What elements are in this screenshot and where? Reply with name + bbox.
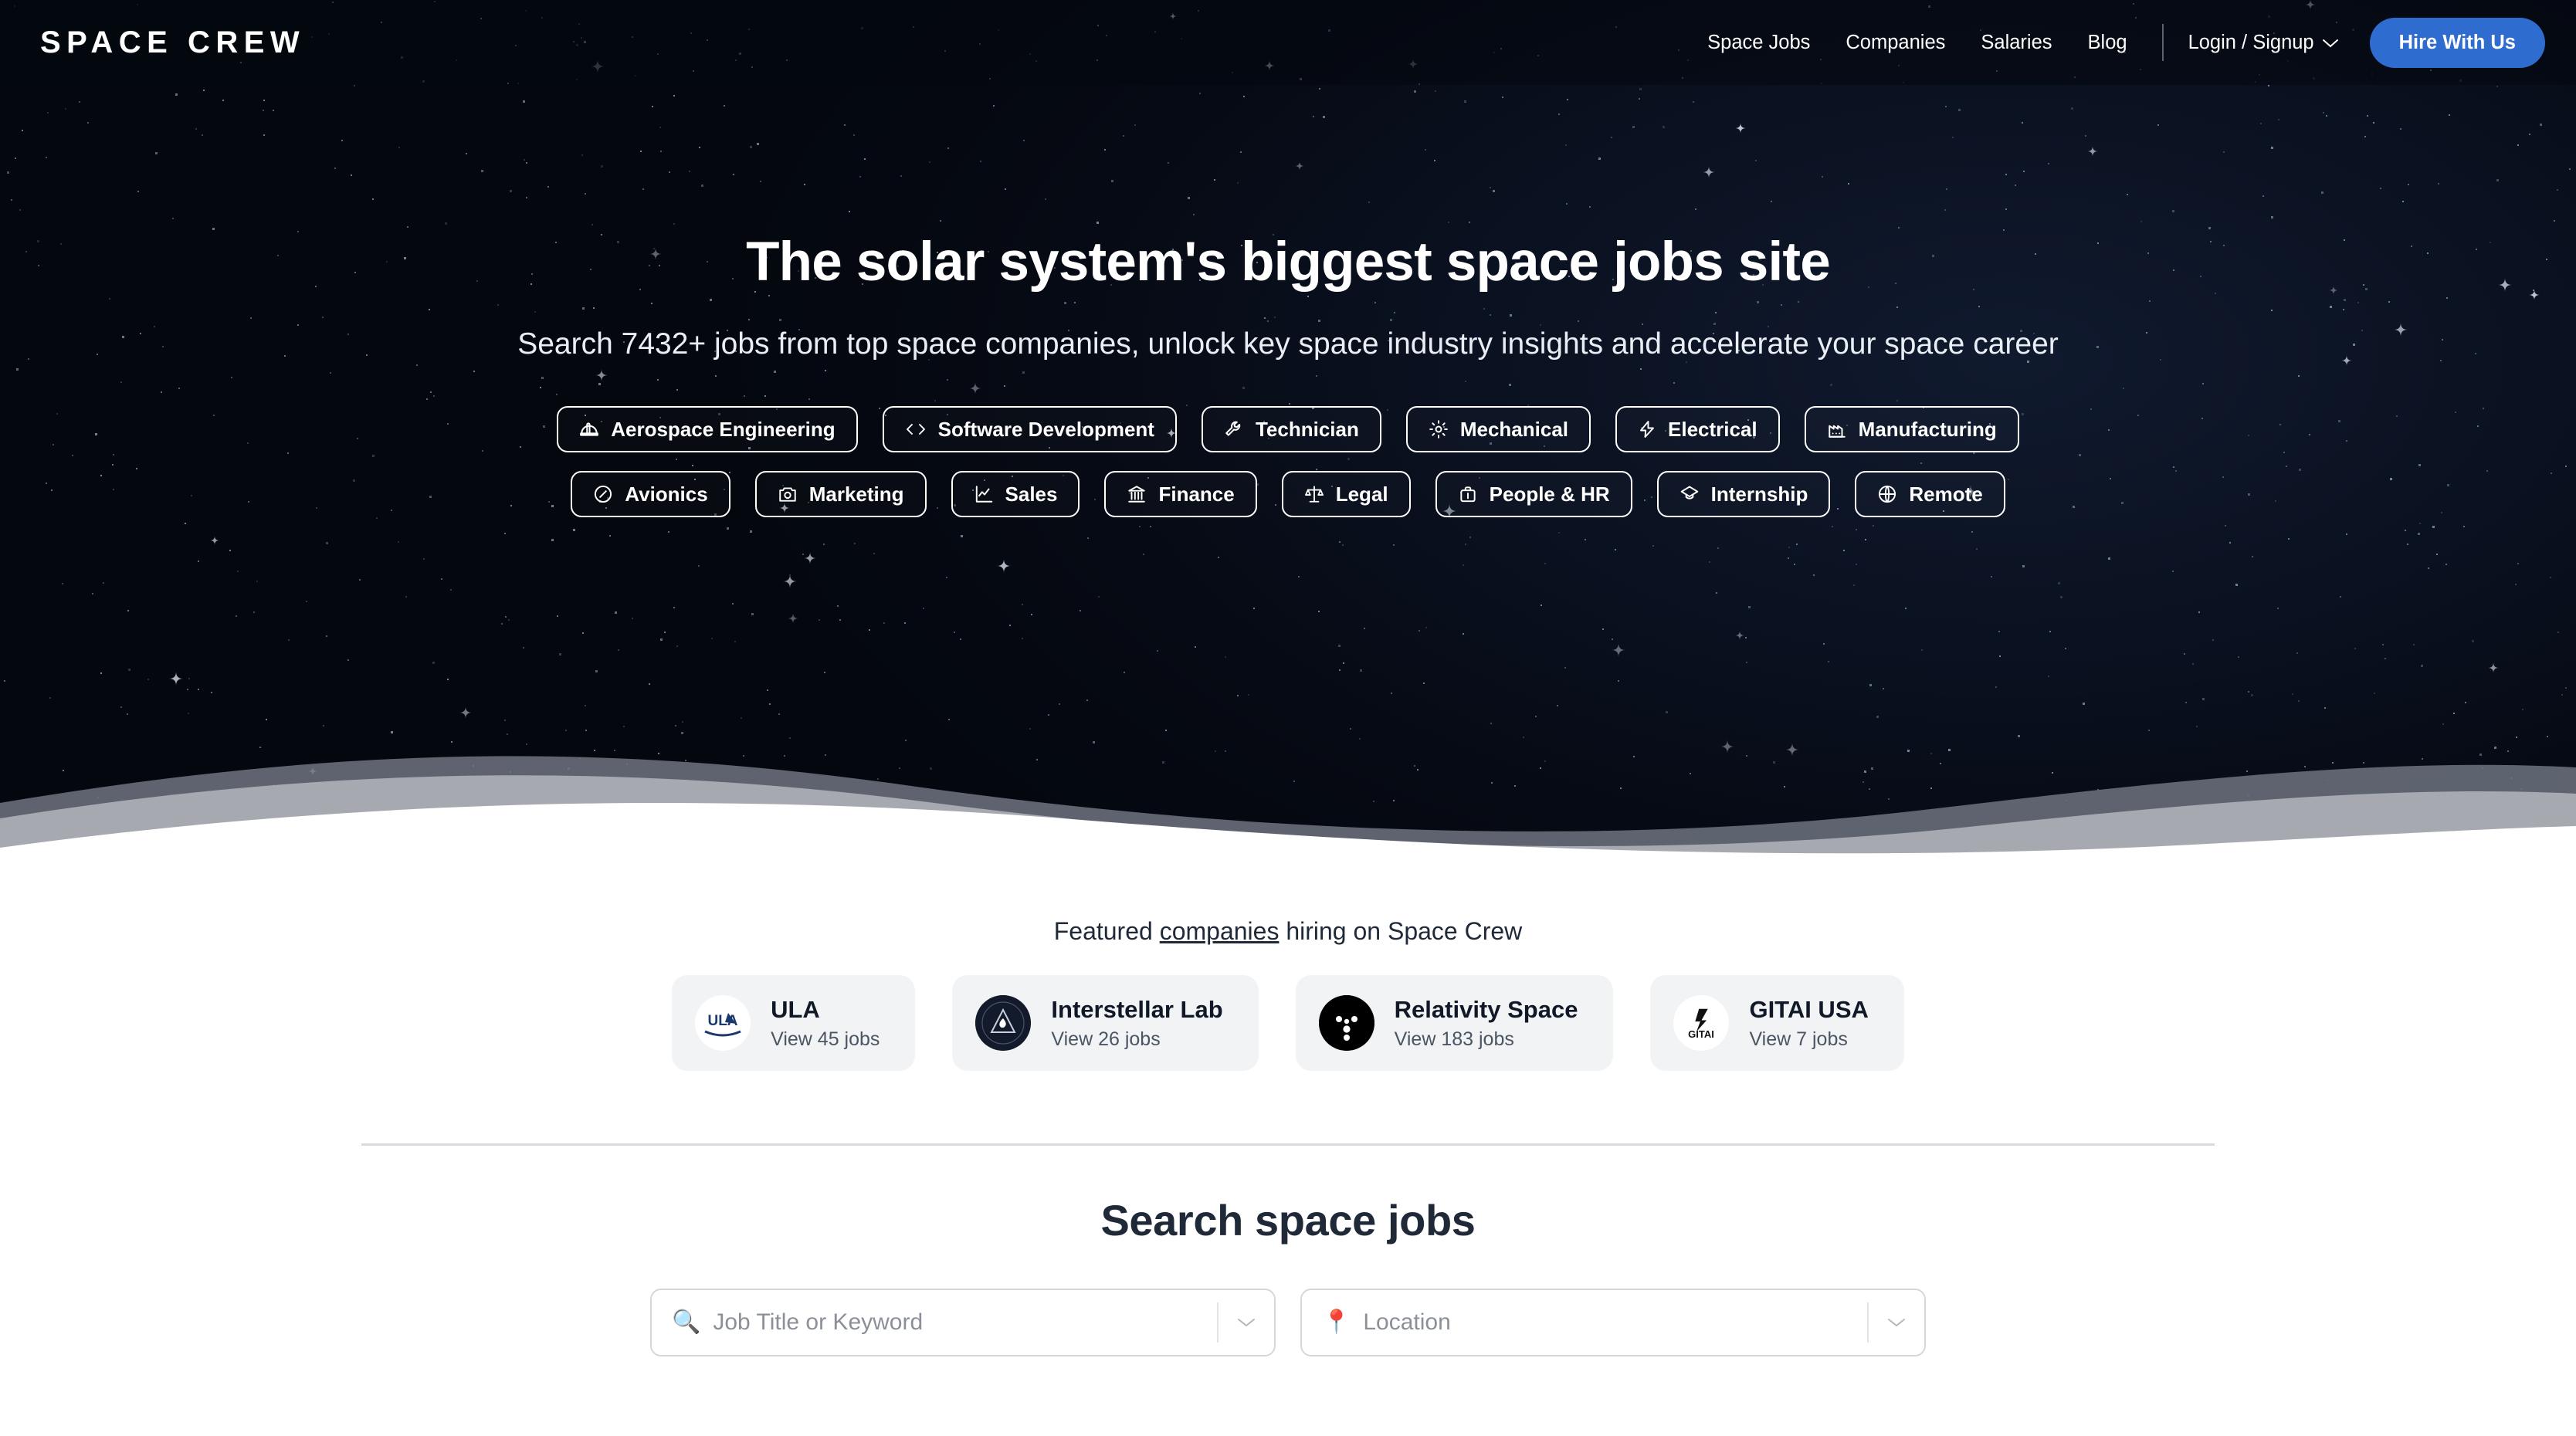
category-pill-marketing[interactable]: Marketing bbox=[754, 471, 927, 518]
category-pill-people-and-hr[interactable]: People & HR bbox=[1435, 471, 1632, 518]
company-name: GITAI USA bbox=[1749, 996, 1869, 1024]
scales-icon bbox=[1304, 484, 1324, 504]
category-row-2: Avionics Marketing Sales Finance Legal P… bbox=[0, 471, 2576, 518]
nav-link-blog[interactable]: Blog bbox=[2070, 32, 2145, 54]
gear-icon bbox=[1429, 419, 1449, 439]
category-label: Avionics bbox=[625, 483, 708, 506]
featured-companies-section: Featured companies hiring on Space Crew … bbox=[0, 857, 2576, 1146]
company-job-count: View 26 jobs bbox=[1051, 1028, 1161, 1050]
category-label: Mechanical bbox=[1459, 418, 1569, 442]
category-row-1: Aerospace Engineering Software Developme… bbox=[0, 406, 2576, 453]
keyword-dropdown-toggle[interactable] bbox=[1219, 1316, 1274, 1329]
svg-text:GITAI: GITAI bbox=[1689, 1028, 1715, 1040]
wave-divider-decoration bbox=[0, 756, 2576, 857]
interstellar-lab-logo bbox=[975, 995, 1032, 1051]
search-icon: 🔍 bbox=[672, 1309, 701, 1335]
category-pill-aerospace-engineering[interactable]: Aerospace Engineering bbox=[557, 406, 858, 453]
graduation-cap-icon bbox=[1679, 484, 1700, 504]
featured-suffix: hiring on Space Crew bbox=[1279, 917, 1523, 945]
ula-logo: ULA bbox=[695, 995, 751, 1051]
location-search-field[interactable]: 📍 bbox=[1300, 1289, 1926, 1356]
location-input[interactable] bbox=[1363, 1309, 1867, 1336]
camera-icon bbox=[778, 484, 798, 504]
hire-with-us-button[interactable]: Hire With Us bbox=[2369, 17, 2545, 68]
briefcase-icon bbox=[1458, 484, 1478, 504]
category-label: Legal bbox=[1335, 483, 1388, 506]
category-label: People & HR bbox=[1489, 483, 1610, 506]
lightning-bolt-icon bbox=[1638, 419, 1656, 439]
category-pill-software-development[interactable]: Software Development bbox=[882, 406, 1177, 453]
relativity-space-logo bbox=[1318, 995, 1374, 1051]
category-label: Software Development bbox=[937, 418, 1154, 442]
company-info: Interstellar Lab View 26 jobs bbox=[1051, 995, 1222, 1051]
category-pill-mechanical[interactable]: Mechanical bbox=[1405, 406, 1591, 453]
featured-companies-heading: Featured companies hiring on Space Crew bbox=[0, 917, 2576, 946]
featured-companies-list: ULA ULA View 45 jobs Interstellar Lab Vi… bbox=[0, 975, 2576, 1071]
page-title: The solar system's biggest space jobs si… bbox=[746, 232, 1831, 293]
location-dropdown-toggle[interactable] bbox=[1869, 1316, 1924, 1329]
company-info: Relativity Space View 183 jobs bbox=[1395, 995, 1578, 1051]
wrench-icon bbox=[1224, 419, 1244, 439]
company-info: ULA View 45 jobs bbox=[771, 995, 880, 1051]
chevron-down-icon bbox=[2322, 32, 2339, 54]
company-job-count: View 183 jobs bbox=[1394, 1028, 1514, 1050]
compass-icon bbox=[593, 484, 613, 504]
company-card-gitai-usa[interactable]: GITAI GITAI USA View 7 jobs bbox=[1650, 975, 1904, 1071]
gitai-usa-logo: GITAI bbox=[1673, 995, 1730, 1051]
category-pill-manufacturing[interactable]: Manufacturing bbox=[1804, 406, 2019, 453]
category-label: Electrical bbox=[1668, 418, 1757, 442]
company-name: Relativity Space bbox=[1394, 996, 1578, 1024]
category-pill-technician[interactable]: Technician bbox=[1201, 406, 1381, 453]
category-label: Sales bbox=[1005, 483, 1058, 506]
category-pill-legal[interactable]: Legal bbox=[1281, 471, 1411, 518]
top-navigation-bar: SPACE CREW Space Jobs Companies Salaries… bbox=[0, 0, 2576, 85]
category-label: Internship bbox=[1710, 483, 1808, 506]
bank-icon bbox=[1127, 484, 1147, 504]
search-input[interactable] bbox=[713, 1309, 1217, 1336]
company-name: Interstellar Lab bbox=[1051, 996, 1223, 1024]
category-pill-internship[interactable]: Internship bbox=[1656, 471, 1831, 518]
category-pill-remote[interactable]: Remote bbox=[1855, 471, 2005, 518]
company-card-interstellar-lab[interactable]: Interstellar Lab View 26 jobs bbox=[952, 975, 1259, 1071]
factory-icon bbox=[1827, 419, 1847, 439]
company-card-ula[interactable]: ULA ULA View 45 jobs bbox=[672, 975, 916, 1071]
company-job-count: View 7 jobs bbox=[1749, 1028, 1848, 1050]
nav-link-salaries[interactable]: Salaries bbox=[1963, 32, 2069, 54]
company-info: GITAI USA View 7 jobs bbox=[1749, 995, 1868, 1051]
company-card-relativity-space[interactable]: Relativity Space View 183 jobs bbox=[1295, 975, 1614, 1071]
globe-icon bbox=[1877, 484, 1897, 504]
category-pill-finance[interactable]: Finance bbox=[1104, 471, 1257, 518]
category-label: Marketing bbox=[808, 483, 904, 506]
site-logo[interactable]: SPACE CREW bbox=[40, 27, 305, 58]
search-jobs-section: Search space jobs 🔍 📍 bbox=[0, 1146, 2576, 1356]
search-section-title: Search space jobs bbox=[1100, 1196, 1476, 1245]
category-label: Aerospace Engineering bbox=[611, 418, 836, 442]
nav-link-space-jobs[interactable]: Space Jobs bbox=[1690, 32, 1828, 54]
hero-subtitle: Search 7432+ jobs from top space compani… bbox=[517, 327, 2059, 361]
category-label: Finance bbox=[1158, 483, 1235, 506]
companies-link[interactable]: companies bbox=[1160, 917, 1280, 945]
nav-divider bbox=[2161, 24, 2164, 61]
category-label: Technician bbox=[1255, 418, 1359, 442]
hero-section: SPACE CREW Space Jobs Companies Salaries… bbox=[0, 0, 2576, 857]
keyword-search-field[interactable]: 🔍 bbox=[650, 1289, 1276, 1356]
category-pill-groups: Aerospace Engineering Software Developme… bbox=[0, 406, 2576, 518]
nav-links-group: Space Jobs Companies Salaries Blog Login… bbox=[1690, 17, 2545, 68]
company-name: ULA bbox=[771, 996, 820, 1024]
category-label: Remote bbox=[1909, 483, 1983, 506]
category-pill-electrical[interactable]: Electrical bbox=[1615, 406, 1780, 453]
category-pill-avionics[interactable]: Avionics bbox=[571, 471, 730, 518]
login-signup-menu[interactable]: Login / Signup bbox=[2181, 32, 2347, 54]
line-chart-icon bbox=[974, 484, 994, 504]
category-label: Manufacturing bbox=[1858, 418, 1997, 442]
login-signup-label: Login / Signup bbox=[2188, 31, 2314, 53]
category-pill-sales[interactable]: Sales bbox=[951, 471, 1080, 518]
search-form: 🔍 📍 bbox=[0, 1289, 2576, 1356]
code-brackets-icon bbox=[905, 419, 927, 439]
company-job-count: View 45 jobs bbox=[771, 1028, 880, 1050]
nav-link-companies[interactable]: Companies bbox=[1828, 32, 1963, 54]
location-pin-icon: 📍 bbox=[1322, 1309, 1351, 1335]
featured-prefix: Featured bbox=[1053, 917, 1160, 945]
hard-hat-icon bbox=[579, 419, 599, 439]
